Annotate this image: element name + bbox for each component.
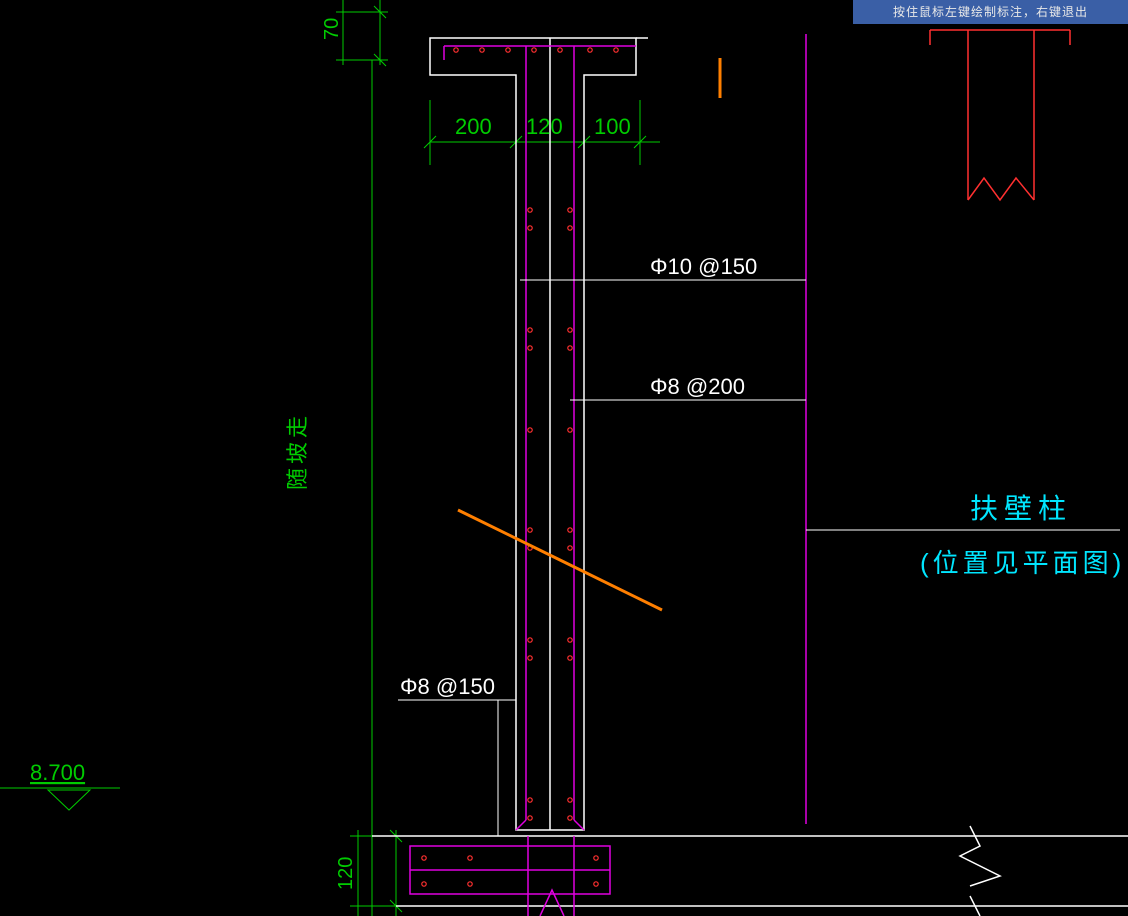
dim-120: 120 bbox=[526, 114, 563, 139]
dim-200: 200 bbox=[455, 114, 492, 139]
rebar-phi8-200: Φ8 @200 bbox=[650, 374, 745, 399]
vertical-note: 随坡走 bbox=[285, 412, 310, 490]
dim-70: 70 bbox=[321, 18, 343, 40]
rebar-dots bbox=[422, 48, 618, 886]
dim-100: 100 bbox=[594, 114, 631, 139]
main-outline bbox=[372, 38, 1128, 916]
elevation-label: 8.700 bbox=[30, 760, 85, 785]
rebar-magenta bbox=[410, 34, 806, 916]
status-bar: 按住鼠标左键绘制标注，右键退出 bbox=[853, 0, 1128, 24]
callout-title: 扶壁柱 bbox=[970, 493, 1072, 524]
orange-marks bbox=[458, 58, 720, 610]
dim-bottom-120: 120 bbox=[335, 857, 357, 890]
callout-sub: (位置见平面图) bbox=[920, 548, 1125, 578]
rebar-phi10-150: Φ10 @150 bbox=[650, 254, 757, 279]
cad-canvas[interactable]: 70 200 120 100 120 8.700 随坡走 Φ10 @150 Φ8… bbox=[0, 0, 1128, 916]
rebar-phi8-150: Φ8 @150 bbox=[400, 674, 495, 699]
red-symbol bbox=[930, 30, 1070, 200]
